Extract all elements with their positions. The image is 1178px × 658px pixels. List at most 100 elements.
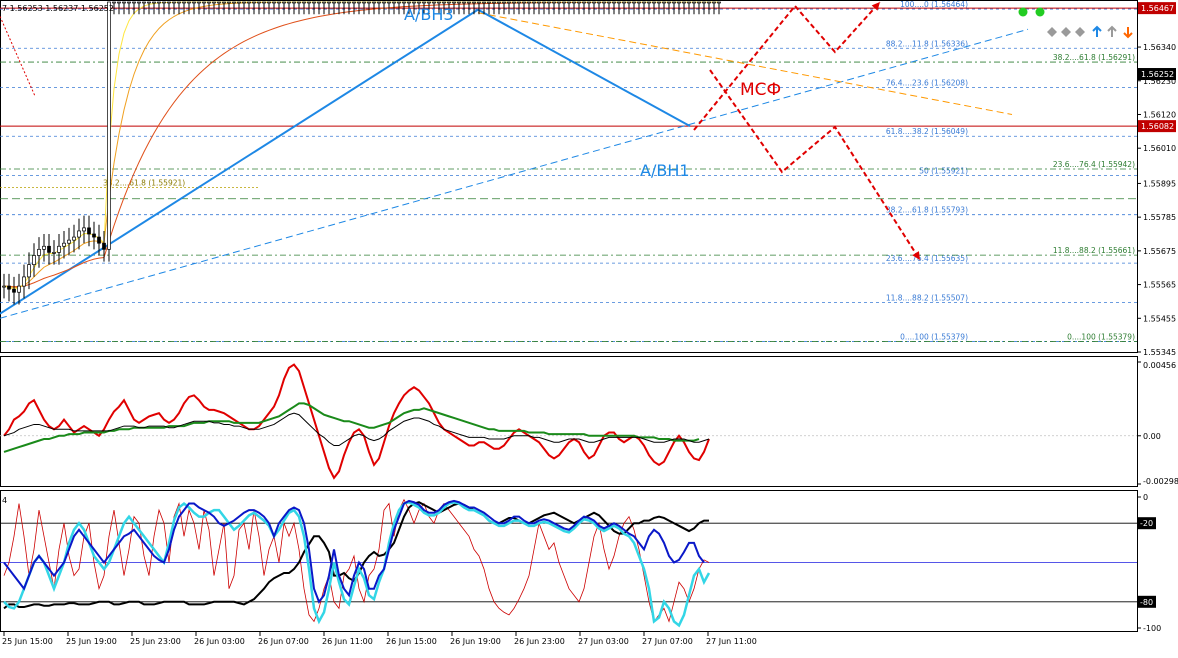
candle-body [517,1,521,4]
candle-body [492,1,496,4]
price-tag-label: 1.56467 [1141,4,1174,13]
candle-body [467,1,471,4]
candle-body [87,227,91,235]
candle-body [287,1,291,4]
candle-body [242,1,246,4]
time-tick-label: 27 Jun 03:00 [578,637,629,646]
fib-level-label: 88.2....11.8 (1.56336) [886,39,968,48]
price-tick-label: 1.56010 [1143,144,1176,153]
status-dot-icon [1035,7,1045,17]
time-tick-label: 26 Jun 23:00 [514,637,565,646]
fib-level-label: 11.8....88.2 (1.55661) [1053,246,1135,255]
candle-body [407,1,411,4]
candle-body [707,1,711,4]
candle-body [252,1,256,4]
candle-body [692,1,696,4]
candle-body [72,236,76,241]
candle-body [247,1,251,4]
candle-body [657,1,661,4]
candle-body [382,1,386,4]
fib-mid-label: 38.2....61.8 (1.55921) [103,178,185,187]
msf-label: МСФ [740,80,781,100]
candle-body [402,1,406,4]
fib-level-label: 11.8....88.2 (1.55507) [886,293,968,302]
candle-body [667,1,671,4]
oscillator-tick-label: 0.00 [1143,432,1161,441]
time-tick-label: 26 Jun 07:00 [258,637,309,646]
candle-body [607,1,611,4]
fib-level-label: 38.2....61.8 (1.55793) [886,206,968,215]
candle-body [717,1,721,4]
chart-svg[interactable]: 100....0 (1.56464)88.2....11.8 (1.56336)… [0,0,1178,654]
candle-body [297,1,301,4]
candle-body [567,1,571,4]
candle-body [162,1,166,4]
fib-level-label: 76.4....23.6 (1.56208) [886,79,968,88]
candle-body [202,1,206,4]
time-tick-label: 26 Jun 15:00 [386,637,437,646]
price-tick-label: 1.56340 [1143,43,1176,52]
candle-body [292,1,296,4]
chart-container[interactable]: 100....0 (1.56464) 88.2....11.8 (1.56336)… [0,0,1178,654]
time-tick-label: 26 Jun 19:00 [450,637,501,646]
price-tick-label: 1.55345 [1143,348,1176,357]
candle-body [697,1,701,4]
candle-body [47,245,51,253]
candle-body [417,1,421,4]
candle-body [262,1,266,4]
stochastic-tick-label: 0 [1143,493,1148,502]
candle-body [7,285,11,290]
candle-body [477,1,481,4]
candle-body [267,1,271,4]
candle-body [307,1,311,4]
candle-body [317,1,321,4]
candle-body [177,1,181,4]
candle-body [187,1,191,4]
wave-label-bottom: A/BH1 [640,161,690,180]
candle-body [482,1,486,4]
candle-body [437,1,441,4]
candle-body [682,1,686,4]
candle-body [462,1,466,4]
price-tick-label: 1.55565 [1143,281,1176,290]
oscillator-tick-label: -0.00298 [1143,477,1178,486]
candle-body [277,1,281,4]
stochastic-tick-label: -80 [1140,598,1153,607]
candle-body [497,1,501,4]
status-dot-icon [1018,7,1028,17]
candle-body [142,1,146,4]
candle-body [222,1,226,4]
candle-body [182,1,186,4]
candle-body [342,1,346,4]
candle-body [12,288,16,293]
price-tag-label: 1.56082 [1141,122,1174,131]
fib-level-label: 61.8....38.2 (1.56049) [886,127,968,136]
price-tick-label: 1.55785 [1143,213,1176,222]
candle-body [67,239,71,244]
candle-body [532,1,536,4]
candle-body [622,1,626,4]
candle-body [632,1,636,4]
candle-body [502,1,506,4]
candle-body [17,285,21,293]
candle-body [372,1,376,4]
candle-body [147,1,151,4]
candle-body [647,1,651,4]
candle-body [557,1,561,4]
candle-body [552,1,556,4]
candle-body [337,1,341,4]
price-tick-label: 1.56120 [1143,110,1176,119]
stochastic-tick-label: -100 [1143,624,1161,633]
candle-body [522,1,526,4]
candle-body [127,1,131,4]
fib-level-label: 38.2....61.8 (1.56291) [1053,53,1135,62]
candle-body [617,1,621,4]
candle-body [92,233,96,238]
candle-body [602,1,606,4]
candle-body [132,1,136,4]
candle-body [52,252,56,254]
candle-body [442,1,446,4]
candle-body [207,1,211,4]
candle-body [447,1,451,4]
candle-body [377,1,381,4]
